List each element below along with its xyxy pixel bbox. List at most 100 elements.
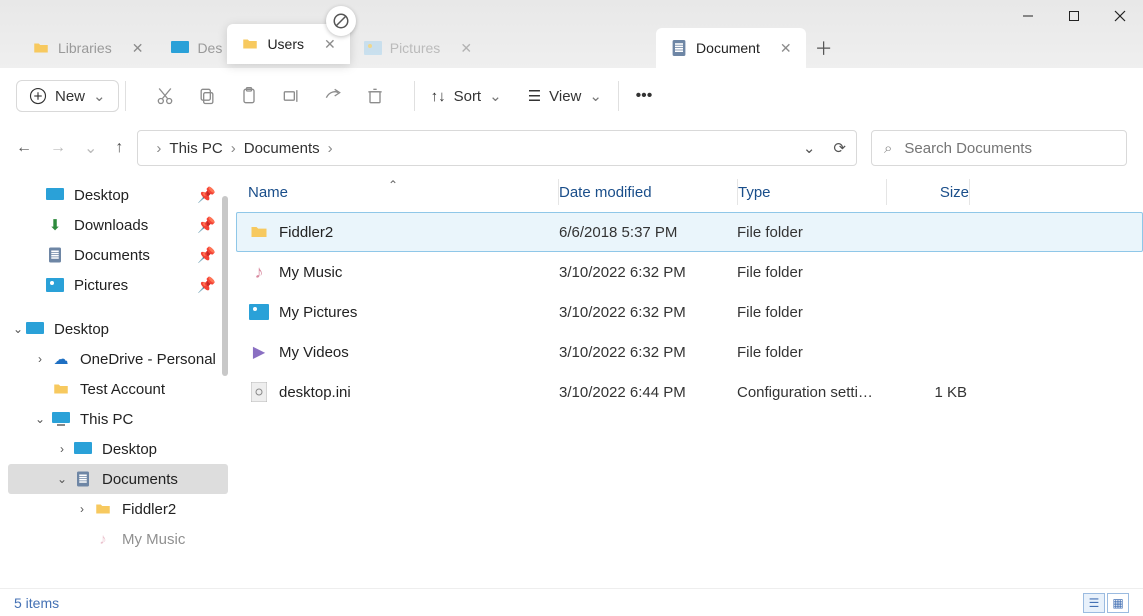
pin-icon: 📌 [197, 246, 216, 264]
maximize-button[interactable] [1051, 0, 1097, 32]
expand-caret-icon[interactable]: ⌄ [10, 322, 26, 336]
sidebar-item-thispc[interactable]: ⌄ This PC [8, 404, 228, 434]
sidebar-item-pictures[interactable]: Pictures 📌 [8, 270, 228, 300]
expand-caret-icon[interactable]: › [54, 442, 70, 456]
refresh-button[interactable]: ⟳ [833, 139, 846, 157]
column-header-name[interactable]: Name⌃ [248, 184, 558, 201]
column-label: Name [248, 184, 288, 201]
tab-libraries[interactable]: Libraries ✕ [18, 28, 157, 68]
column-header-type[interactable]: Type [738, 184, 886, 201]
tab-close-button[interactable]: ✕ [324, 36, 336, 53]
sidebar-item-documents[interactable]: Documents 📌 [8, 240, 228, 270]
folder-icon [52, 380, 70, 398]
close-window-button[interactable] [1097, 0, 1143, 32]
sidebar-item-mymusic[interactable]: ♪ My Music [8, 524, 228, 554]
cloud-icon: ☁ [52, 350, 70, 368]
sidebar-item-label: Documents [102, 471, 178, 488]
up-button[interactable]: ↑ [115, 139, 123, 157]
sidebar-item-fiddler2[interactable]: › Fiddler2 [8, 494, 228, 524]
scrollbar-thumb[interactable] [222, 196, 228, 376]
tab-close-button[interactable]: ✕ [780, 40, 792, 57]
paste-button[interactable] [230, 77, 268, 115]
tab-close-button[interactable]: ✕ [132, 40, 144, 57]
sidebar-item-label: This PC [80, 411, 133, 428]
sidebar-item-pc-documents[interactable]: ⌄ Documents [8, 464, 228, 494]
expand-caret-icon[interactable]: › [74, 502, 90, 516]
file-row[interactable]: ▶My Videos3/10/2022 6:32 PMFile folder [236, 332, 1143, 372]
search-input[interactable] [904, 140, 1114, 157]
tab-label: Pictures [390, 40, 441, 56]
file-type: File folder [737, 304, 885, 321]
column-headers: Name⌃ Date modified Type Size [228, 172, 1143, 212]
sidebar-item-onedrive[interactable]: › ☁ OneDrive - Personal [8, 344, 228, 374]
column-resizer[interactable] [969, 179, 970, 205]
sidebar-scrollbar[interactable] [218, 172, 228, 588]
cut-button[interactable] [146, 77, 184, 115]
breadcrumb-documents[interactable]: Documents [244, 140, 320, 157]
expand-caret-icon[interactable]: ⌄ [54, 472, 70, 486]
copy-button[interactable] [188, 77, 226, 115]
new-button[interactable]: New ⌄ [16, 80, 119, 112]
chevron-right-icon[interactable]: › [328, 140, 333, 157]
file-date: 3/10/2022 6:32 PM [559, 264, 737, 281]
tab-label: Libraries [58, 40, 112, 56]
desktop-icon [171, 39, 189, 57]
thumbnails-view-button[interactable]: ▦ [1107, 593, 1129, 613]
expand-caret-icon[interactable]: › [32, 352, 48, 366]
sort-button[interactable]: ↑↓ Sort ⌄ [421, 81, 512, 111]
forward-button[interactable]: → [50, 139, 66, 157]
details-view-button[interactable]: ☰ [1083, 593, 1105, 613]
breadcrumb-this-pc[interactable]: This PC [169, 140, 222, 157]
file-name: My Pictures [279, 304, 357, 321]
file-type-icon: ♪ [249, 262, 269, 282]
tab-desktop[interactable]: Des [157, 28, 227, 68]
command-bar: New ⌄ ↑↓ Sort ⌄ ☰ View ⌄ ••• [0, 68, 1143, 124]
search-box[interactable]: ⌕ [871, 130, 1127, 166]
delete-button[interactable] [356, 77, 394, 115]
rename-button[interactable] [272, 77, 310, 115]
chevron-right-icon[interactable]: › [156, 140, 161, 157]
file-row[interactable]: ♪My Music3/10/2022 6:32 PMFile folder [236, 252, 1143, 292]
file-type: File folder [737, 224, 885, 241]
sort-icon: ↑↓ [431, 88, 446, 105]
address-bar[interactable]: › This PC › Documents › ⌄ ⟳ [137, 130, 857, 166]
file-row[interactable]: Fiddler26/6/2018 5:37 PMFile folder [236, 212, 1143, 252]
tab-label: Users [267, 36, 304, 52]
chevron-right-icon[interactable]: › [231, 140, 236, 157]
sidebar-item-label: OneDrive - Personal [80, 351, 216, 368]
minimize-button[interactable] [1005, 0, 1051, 32]
recent-locations-button[interactable]: ⌄ [84, 138, 97, 158]
pc-icon [52, 410, 70, 428]
view-icon: ☰ [528, 87, 541, 105]
file-row[interactable]: My Pictures3/10/2022 6:32 PMFile folder [236, 292, 1143, 332]
share-button[interactable] [314, 77, 352, 115]
sidebar-item-testaccount[interactable]: Test Account [8, 374, 228, 404]
folder-icon [94, 500, 112, 518]
file-row[interactable]: desktop.ini3/10/2022 6:44 PMConfiguratio… [236, 372, 1143, 412]
tab-close-button[interactable]: ✕ [460, 40, 472, 57]
tab-document[interactable]: Document ✕ [656, 28, 806, 68]
column-header-size[interactable]: Size [887, 184, 969, 201]
more-options-button[interactable]: ••• [625, 77, 663, 115]
address-history-button[interactable]: ⌄ [803, 139, 816, 157]
file-name: My Videos [279, 344, 349, 361]
sidebar-item-label: Documents [74, 247, 150, 264]
music-icon: ♪ [94, 530, 112, 548]
view-button[interactable]: ☰ View ⌄ [518, 81, 612, 111]
view-label: View [549, 88, 581, 105]
sidebar-item-pc-desktop[interactable]: › Desktop [8, 434, 228, 464]
new-tab-button[interactable]: ＋ [806, 28, 842, 68]
pin-icon: 📌 [197, 216, 216, 234]
file-type-icon [249, 382, 269, 402]
back-button[interactable]: ← [16, 139, 32, 157]
title-bar: Libraries ✕ Des Users ✕ Pictures ✕ Docum… [0, 0, 1143, 68]
sidebar-item-desktop[interactable]: Desktop 📌 [8, 180, 228, 210]
chevron-down-icon: ⌄ [489, 87, 502, 105]
sidebar-item-desktop-root[interactable]: ⌄ Desktop [8, 314, 228, 344]
expand-caret-icon[interactable]: ⌄ [32, 412, 48, 426]
tab-pictures[interactable]: Pictures ✕ [350, 28, 486, 68]
sidebar-item-downloads[interactable]: ⬇ Downloads 📌 [8, 210, 228, 240]
pin-icon: 📌 [197, 186, 216, 204]
column-header-date[interactable]: Date modified [559, 184, 737, 201]
pictures-icon [46, 276, 64, 294]
